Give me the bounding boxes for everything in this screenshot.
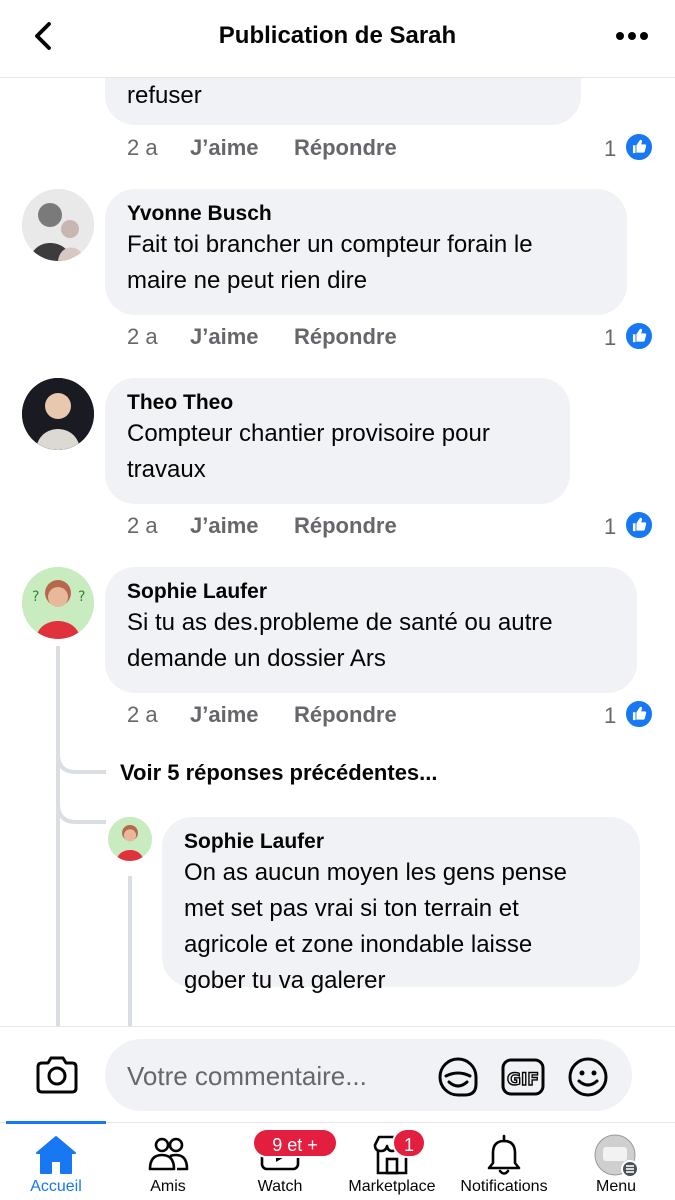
nav-item-marketplace[interactable]: Marketplace 1 xyxy=(336,1123,448,1200)
comment-text-line: Si tu as des.probleme de santé ou autre xyxy=(127,609,553,636)
comment-text-line: demande un dossier Ars xyxy=(127,645,386,672)
comments-feed[interactable]: refuser 2 a J’aime Répondre 1 Yvonne Bus… xyxy=(0,78,675,1026)
reaction-summary[interactable]: 1 xyxy=(604,321,656,354)
comment-actions: 2 a J’aime Répondre xyxy=(127,702,447,732)
avatar-photo: ? ? xyxy=(22,567,94,639)
reaction-summary[interactable]: 1 xyxy=(604,699,656,732)
reply-bubble[interactable]: Sophie Laufer On as aucun moyen les gens… xyxy=(162,817,640,994)
avatar[interactable] xyxy=(22,189,94,261)
comment-text: refuser xyxy=(127,82,202,109)
avatar[interactable] xyxy=(22,378,94,450)
like-button[interactable]: J’aime xyxy=(190,513,259,539)
comment-input-placeholder: Votre commentaire... xyxy=(127,1061,367,1091)
comment-author[interactable]: Theo Theo xyxy=(127,390,548,416)
thread-connector xyxy=(128,876,132,1026)
svg-text:?: ? xyxy=(78,589,85,605)
like-reaction-icon xyxy=(624,699,654,729)
comment-text-line: maire ne peut rien dire xyxy=(127,267,368,294)
comment-input[interactable]: Votre commentaire... GIF xyxy=(105,1039,632,1111)
thread-branch xyxy=(56,738,106,824)
reaction-count: 1 xyxy=(604,136,617,161)
comment-author[interactable]: Sophie Laufer xyxy=(184,829,618,855)
avatar-photo xyxy=(22,189,94,261)
reply-button[interactable]: Répondre xyxy=(294,135,397,161)
like-reaction-icon xyxy=(624,321,654,351)
avatar-photo xyxy=(22,378,94,450)
nav-item-home[interactable]: Accueil xyxy=(0,1123,112,1200)
nav-label: Notifications xyxy=(460,1178,548,1195)
comment-text-line: gober tu va galerer xyxy=(184,967,386,994)
sticker-icon[interactable] xyxy=(437,1056,479,1098)
comment-text-line: met set pas vrai si ton terrain et xyxy=(184,895,519,922)
nav-label: Amis xyxy=(150,1178,186,1195)
comment-text-line: Fait toi brancher un compteur forain le xyxy=(127,231,533,258)
reaction-count: 1 xyxy=(604,703,617,728)
reaction-summary[interactable]: 1 xyxy=(604,132,656,165)
like-reaction-icon xyxy=(624,510,654,540)
page-title: Publication de Sarah xyxy=(218,22,457,49)
menu-avatar-icon xyxy=(594,1134,639,1177)
comment-actions: 2 a J’aime Répondre xyxy=(127,324,447,354)
nav-label: Menu xyxy=(595,1178,637,1195)
camera-icon[interactable] xyxy=(34,1055,80,1095)
home-icon xyxy=(36,1136,76,1174)
reply-button[interactable]: Répondre xyxy=(294,324,397,350)
comment-bubble[interactable]: Sophie Laufer Si tu as des.probleme de s… xyxy=(105,567,637,693)
svg-text:GIF: GIF xyxy=(507,1070,539,1090)
like-button[interactable]: J’aime xyxy=(190,324,259,350)
marketplace-badge: 1 xyxy=(392,1128,426,1158)
comment-time[interactable]: 2 a xyxy=(127,702,158,728)
like-button[interactable]: J’aime xyxy=(190,702,259,728)
comment-bubble[interactable]: Yvonne Busch Fait toi brancher un compte… xyxy=(105,189,627,315)
comment-text-line: agricole et zone inondable laisse xyxy=(184,931,533,958)
avatar[interactable]: ? ? xyxy=(22,567,94,639)
view-previous-replies-link[interactable]: Voir 5 réponses précédentes... xyxy=(120,760,438,786)
nav-label: Accueil xyxy=(30,1178,82,1195)
reaction-summary[interactable]: 1 xyxy=(604,510,656,543)
like-button[interactable]: J’aime xyxy=(190,135,259,161)
comment-bubble[interactable]: Theo Theo Compteur chantier provisoire p… xyxy=(105,378,570,504)
nav-item-friends[interactable]: Amis xyxy=(112,1123,224,1200)
more-options-icon[interactable] xyxy=(615,26,649,46)
comment-text-line: Compteur chantier provisoire pour xyxy=(127,420,490,447)
comment-author[interactable]: Sophie Laufer xyxy=(127,579,615,605)
comment-time[interactable]: 2 a xyxy=(127,513,158,539)
bottom-navigation: Accueil Amis Watch 9 et + Marketplace 1 xyxy=(0,1121,675,1200)
watch-badge: 9 et + xyxy=(252,1128,338,1158)
friends-icon xyxy=(148,1137,189,1171)
gif-icon[interactable]: GIF xyxy=(501,1057,545,1097)
reply-button[interactable]: Répondre xyxy=(294,513,397,539)
comment-actions: 2 a J’aime Répondre xyxy=(127,513,447,543)
top-bar: Publication de Sarah xyxy=(0,0,675,78)
comment-time[interactable]: 2 a xyxy=(127,324,158,350)
avatar[interactable] xyxy=(108,817,152,861)
comment-composer: Votre commentaire... GIF xyxy=(0,1026,675,1122)
nav-item-menu[interactable]: Menu xyxy=(560,1123,672,1200)
comment-actions: 2 a J’aime Répondre xyxy=(127,135,447,165)
bell-icon xyxy=(487,1134,521,1175)
nav-item-notifications[interactable]: Notifications xyxy=(448,1123,560,1200)
nav-item-watch[interactable]: Watch 9 et + xyxy=(224,1123,338,1200)
emoji-icon[interactable] xyxy=(567,1056,609,1098)
reaction-count: 1 xyxy=(604,325,617,350)
nav-label: Marketplace xyxy=(348,1178,436,1195)
comment-time[interactable]: 2 a xyxy=(127,135,158,161)
comment-text-line: On as aucun moyen les gens pense xyxy=(184,859,567,886)
comment-author[interactable]: Yvonne Busch xyxy=(127,201,605,227)
comment-text-line: travaux xyxy=(127,456,206,483)
reply-button[interactable]: Répondre xyxy=(294,702,397,728)
comment-bubble[interactable]: refuser xyxy=(105,78,581,125)
like-reaction-icon xyxy=(624,132,654,162)
reaction-count: 1 xyxy=(604,514,617,539)
svg-text:?: ? xyxy=(32,589,39,605)
avatar-photo xyxy=(108,817,152,861)
nav-label: Watch xyxy=(257,1178,303,1195)
